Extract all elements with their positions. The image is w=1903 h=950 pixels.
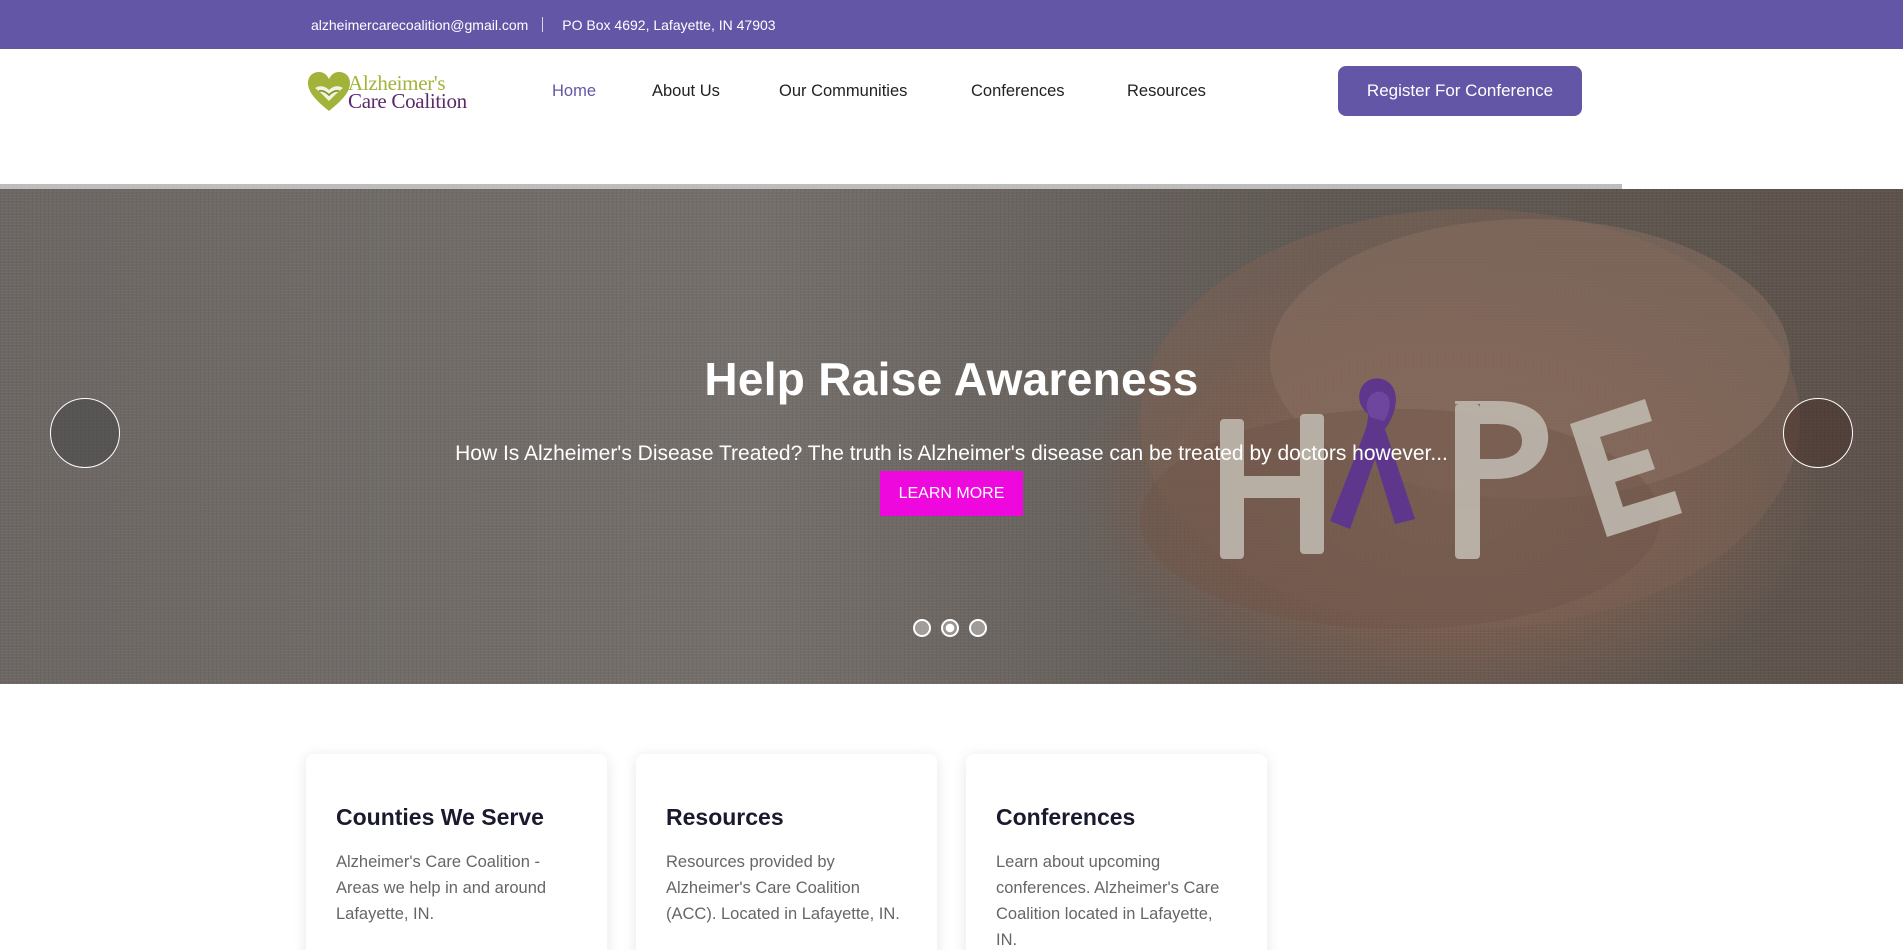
slider-pagination — [913, 619, 987, 637]
hero-slider: Help Raise Awareness How Is Alzheimer's … — [0, 189, 1903, 684]
contact-divider — [542, 17, 544, 32]
slider-next-button[interactable] — [1783, 398, 1853, 468]
card-resources[interactable]: Resources Resources provided by Alzheime… — [636, 754, 937, 950]
nav-conferences[interactable]: Conferences — [971, 82, 1065, 101]
card-conferences[interactable]: Conferences Learn about upcoming confere… — [966, 754, 1267, 950]
nav-our-communities[interactable]: Our Communities — [779, 82, 907, 101]
card-text: Learn about upcoming conferences. Alzhei… — [996, 853, 1220, 949]
learn-more-button[interactable]: LEARN MORE — [880, 471, 1023, 516]
site-logo[interactable]: Alzheimer's Care Coalition — [306, 70, 478, 114]
nav-resources[interactable]: Resources — [1127, 82, 1206, 101]
contact-info: alzheimercarecoalition@gmail.com PO Box … — [311, 0, 776, 49]
nav-about-us[interactable]: About Us — [652, 82, 720, 101]
slider-dot-2[interactable] — [941, 619, 959, 637]
hero-overlay — [0, 189, 1903, 684]
card-title: Counties We Serve — [336, 804, 544, 830]
logo-line-2: Care Coalition — [348, 89, 467, 113]
card-counties-we-serve[interactable]: Counties We Serve Alzheimer's Care Coali… — [306, 754, 607, 950]
site-header — [0, 49, 1903, 184]
contact-address: PO Box 4692, Lafayette, IN 47903 — [562, 16, 776, 33]
slider-prev-button[interactable] — [50, 398, 120, 468]
hero-subtitle: How Is Alzheimer's Disease Treated? The … — [455, 442, 1448, 465]
hero-title: Help Raise Awareness — [704, 353, 1199, 405]
card-title: Resources — [666, 804, 784, 830]
logo-wordmark: Alzheimer's Care Coalition — [348, 73, 467, 113]
contact-email[interactable]: alzheimercarecoalition@gmail.com — [311, 17, 528, 33]
card-text: Resources provided by Alzheimer's Care C… — [666, 853, 900, 923]
register-conference-button[interactable]: Register For Conference — [1338, 66, 1582, 116]
heart-hands-icon — [308, 72, 350, 111]
slider-dot-1[interactable] — [913, 619, 931, 637]
slider-dot-3[interactable] — [969, 619, 987, 637]
card-text: Alzheimer's Care Coalition - Areas we he… — [336, 853, 547, 923]
top-contact-bar: alzheimercarecoalition@gmail.com PO Box … — [0, 0, 1903, 49]
card-title: Conferences — [996, 804, 1136, 830]
nav-home[interactable]: Home — [552, 82, 596, 101]
